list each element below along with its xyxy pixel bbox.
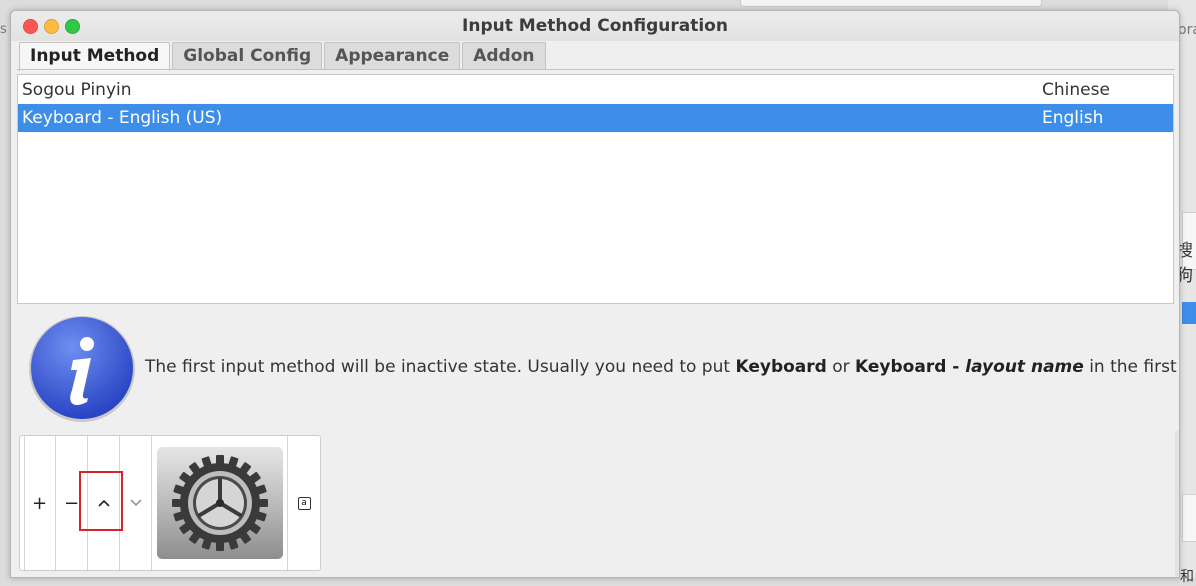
highlight-box xyxy=(79,471,123,531)
tab-appearance[interactable]: Appearance xyxy=(324,42,461,69)
background-text-left: s xyxy=(0,22,7,37)
list-item-selected[interactable]: Keyboard - English (US) English xyxy=(18,104,1173,132)
background-field-2 xyxy=(1182,494,1196,542)
info-bold-keyboard-layout: Keyboard - xyxy=(855,357,966,377)
input-method-config-window: Input Method Configuration Input Method … xyxy=(10,10,1180,578)
window-edge xyxy=(1175,431,1179,577)
info-message: The first input method will be inactive … xyxy=(145,357,1179,377)
configure-button[interactable] xyxy=(152,436,288,570)
add-button[interactable]: + xyxy=(24,436,56,570)
title-bar[interactable]: Input Method Configuration xyxy=(11,11,1179,41)
keyboard-layout-button[interactable]: a xyxy=(288,436,320,570)
background-cjk-text-2: 和 xyxy=(1180,569,1194,585)
tab-bar: Input Method Global Config Appearance Ad… xyxy=(19,42,548,71)
background-selection xyxy=(1182,302,1196,324)
window-title: Input Method Configuration xyxy=(462,16,728,36)
info-text-part: The first input method will be inactive … xyxy=(145,357,736,377)
background-window-edge xyxy=(740,0,1042,7)
info-text-part: or xyxy=(826,357,856,377)
input-method-name: Keyboard - English (US) xyxy=(22,108,223,128)
gear-icon xyxy=(171,455,268,551)
info-bold-italic-layout-name: layout name xyxy=(965,357,1084,377)
input-method-name: Sogou Pinyin xyxy=(22,80,132,100)
input-method-language: English xyxy=(1042,108,1104,128)
tab-divider xyxy=(17,69,1175,70)
tab-global-config[interactable]: Global Config xyxy=(172,42,323,69)
keyboard-layout-icon: a xyxy=(297,496,311,510)
background-text-right: ora xyxy=(1178,22,1196,38)
gear-icon-frame xyxy=(156,447,283,559)
input-method-toolbar: + − a xyxy=(19,435,321,571)
info-bold-keyboard: Keyboard xyxy=(735,357,827,377)
list-item[interactable]: Sogou Pinyin Chinese (China) xyxy=(18,76,1173,128)
input-method-list[interactable]: Sogou Pinyin Chinese (China) Keyboard - … xyxy=(17,74,1174,304)
move-down-button[interactable] xyxy=(120,436,152,570)
info-icon xyxy=(29,316,135,422)
tab-input-method[interactable]: Input Method xyxy=(19,42,171,71)
tab-addon[interactable]: Addon xyxy=(462,42,546,69)
chevron-down-icon xyxy=(129,499,142,507)
info-text-part: in the first place. xyxy=(1089,357,1179,377)
